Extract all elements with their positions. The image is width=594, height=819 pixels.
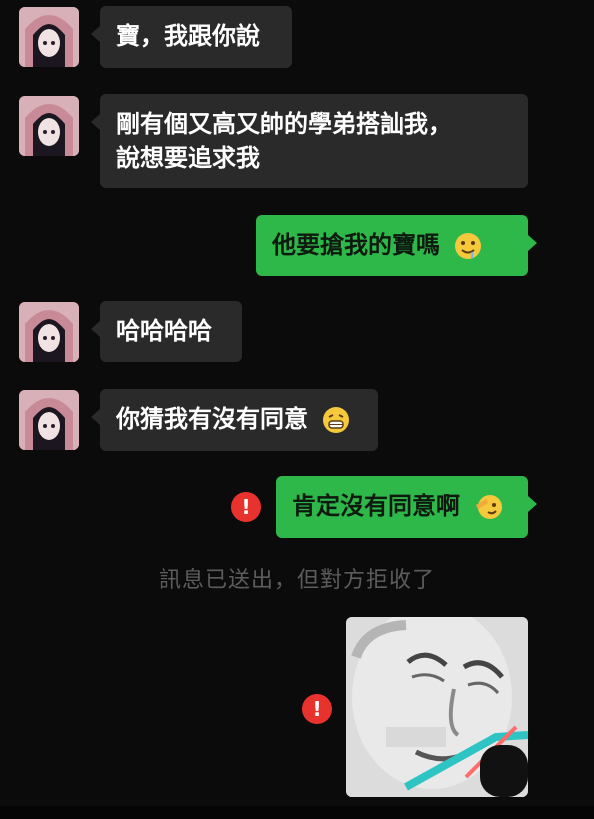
- salute-face-emoji-icon: [476, 495, 503, 519]
- message-bubble[interactable]: 剛有個又高又帥的學弟搭訕我， 說想要追求我: [91, 94, 528, 188]
- message-bubble[interactable]: 寶，我跟你說: [91, 6, 292, 68]
- message-bubble[interactable]: 哈哈哈哈: [91, 301, 242, 362]
- anime-girl-avatar-icon: [19, 390, 79, 450]
- message-text-line: 說想要追求我: [116, 144, 260, 172]
- anime-girl-avatar-icon: [19, 302, 79, 362]
- avatar[interactable]: [19, 96, 79, 156]
- grinning-face-emoji-icon: [323, 407, 350, 433]
- message-text: 你猜我有沒有同意: [116, 405, 308, 433]
- rejected-notice: 訊息已送出，但對方拒收了: [158, 568, 435, 593]
- message-text: 他要搶我的寶嗎: [272, 231, 440, 259]
- avatar[interactable]: [19, 7, 79, 67]
- bottom-bar: [0, 806, 594, 819]
- drooling-face-emoji-icon: [455, 233, 482, 259]
- message-bubble[interactable]: 你猜我有沒有同意: [91, 389, 378, 451]
- anime-girl-avatar-icon: [19, 7, 79, 67]
- message-text: 哈哈哈哈: [116, 317, 212, 345]
- message-text-line: 剛有個又高又帥的學弟搭訕我，: [116, 110, 452, 138]
- avatar[interactable]: [19, 302, 79, 362]
- error-icon[interactable]: !: [231, 492, 261, 522]
- message-text: 寶，我跟你說: [116, 22, 260, 50]
- avatar[interactable]: [19, 390, 79, 450]
- message-bubble[interactable]: 肯定沒有同意啊: [276, 476, 537, 538]
- sticker-image[interactable]: [346, 617, 528, 797]
- message-bubble[interactable]: 他要搶我的寶嗎: [256, 215, 537, 276]
- error-icon[interactable]: !: [302, 694, 332, 724]
- message-text: 肯定沒有同意啊: [292, 492, 460, 520]
- chat-area: 寶，我跟你說 剛有個又高又帥的學弟搭訕我， 說想要追求我 他要搶我的寶嗎 哈哈哈…: [0, 0, 594, 819]
- meme-face-sticker-icon: [346, 617, 528, 797]
- anime-girl-avatar-icon: [19, 96, 79, 156]
